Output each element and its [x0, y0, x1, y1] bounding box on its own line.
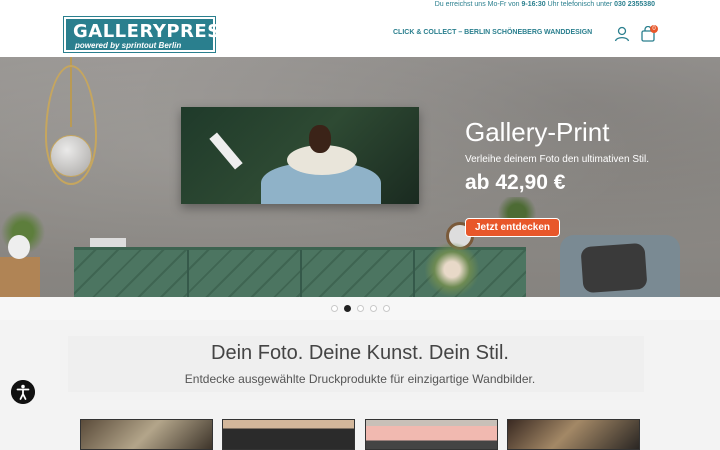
logo-title: GALLERYPRESS — [73, 21, 234, 42]
nav-wanddesign[interactable]: WANDDESIGN — [544, 29, 592, 36]
hero-banner[interactable]: Gallery-Print Verleihe deinem Foto den u… — [0, 57, 720, 297]
logo-subtitle: powered by sprintout Berlin — [75, 41, 182, 50]
hero-price: ab 42,90 € — [465, 171, 566, 194]
product-thumbnail[interactable] — [507, 419, 640, 450]
intro-title: Dein Foto. Deine Kunst. Dein Stil. — [211, 342, 509, 364]
product-thumbnail[interactable] — [80, 419, 213, 450]
carousel-dot[interactable] — [383, 305, 390, 312]
logo[interactable]: GALLERYPRESS powered by sprintout Berlin — [63, 16, 233, 53]
product-thumbnail[interactable] — [222, 419, 355, 450]
carousel-dot-active[interactable] — [344, 305, 351, 312]
sideboard-divider — [413, 250, 415, 297]
accessibility-icon[interactable] — [11, 380, 35, 404]
shelf-left — [0, 257, 40, 297]
hero-title: Gallery-Print — [465, 117, 610, 147]
nav-click-collect[interactable]: CLICK & COLLECT – BERLIN SCHÖNEBERG — [393, 29, 542, 36]
sideboard-divider — [187, 250, 189, 297]
hero-cta-button[interactable]: Jetzt entdecken — [465, 218, 560, 237]
vase-left — [8, 235, 30, 259]
intro-subtitle: Entdecke ausgewählte Druckprodukte für e… — [184, 372, 536, 386]
artwork-sword — [209, 132, 243, 170]
flowers — [424, 242, 480, 297]
lamp-globe — [50, 135, 92, 177]
carousel-dot[interactable] — [370, 305, 377, 312]
cart-badge: 0 — [650, 25, 658, 33]
carousel-dots — [331, 305, 391, 313]
header: GALLERYPRESS powered by sprintout Berlin… — [0, 12, 720, 57]
sideboard-divider — [300, 250, 302, 297]
hero-subtitle: Verleihe deinem Foto den ultimativen Sti… — [465, 154, 649, 165]
topbar: Du erreichst uns Mo-Fr von 9-16:30 Uhr t… — [0, 0, 720, 12]
user-icon[interactable] — [614, 26, 630, 42]
artwork-face — [309, 125, 331, 153]
product-thumbnail[interactable] — [365, 419, 498, 450]
gallery-print-artwork — [181, 107, 419, 204]
carousel-dot[interactable] — [331, 305, 338, 312]
contact-info: Du erreichst uns Mo-Fr von 9-16:30 Uhr t… — [434, 1, 655, 8]
carousel-dot[interactable] — [357, 305, 364, 312]
pillow — [580, 242, 648, 294]
